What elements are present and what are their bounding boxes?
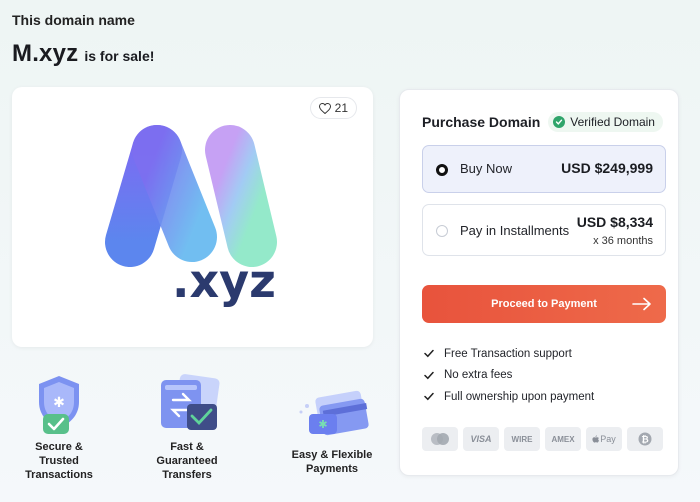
for-sale-suffix: is for sale! <box>84 48 155 64</box>
m-letter-shape <box>105 125 277 267</box>
benefit-item: Free Transaction support <box>424 343 594 365</box>
check-icon <box>424 350 434 358</box>
radio-buy-now[interactable] <box>436 164 448 176</box>
verified-check-icon <box>553 116 566 128</box>
eyebrow-text: This domain name <box>12 12 135 28</box>
purchase-panel-header: Purchase Domain Verified Domain <box>422 112 663 132</box>
m-xyz-logo: .xyz <box>105 125 277 308</box>
purchase-panel: Purchase Domain Verified Domain Buy Now … <box>399 89 679 476</box>
feature-secure-label: Secure & Trusted Transactions <box>25 441 93 481</box>
verified-label: Verified Domain <box>570 115 655 129</box>
option-installments-term: x 36 months <box>593 235 653 247</box>
logo-xyz-text: .xyz <box>172 254 276 308</box>
visa-icon: VISA <box>463 427 499 451</box>
option-buy-now-price: USD $249,999 <box>561 160 653 176</box>
feature-flexible: ✱ Easy & Flexible Payments <box>277 386 387 476</box>
check-icon <box>424 371 434 380</box>
feature-fast-label: Fast & Guaranteed Transfers <box>156 441 218 481</box>
svg-text:₿: ₿ <box>641 435 648 446</box>
purchase-panel-title: Purchase Domain <box>422 114 541 130</box>
option-buy-now-label: Buy Now <box>460 161 513 176</box>
radio-installments[interactable] <box>436 225 448 237</box>
arrow-right-icon <box>632 297 651 311</box>
shield-check-icon: ✱ <box>39 376 79 434</box>
apple-pay-icon: Pay <box>586 427 622 451</box>
check-icon <box>424 393 434 401</box>
verified-badge: Verified Domain <box>548 112 663 132</box>
option-buy-now[interactable]: Buy Now USD $249,999 <box>422 145 666 193</box>
feature-flexible-label: Easy & Flexible Payments <box>291 449 373 475</box>
proceed-to-payment-button[interactable]: Proceed to Payment <box>422 285 666 323</box>
benefits-list: Free Transaction support No extra fees F… <box>424 343 594 408</box>
option-installments[interactable]: Pay in Installments USD $8,334 x 36 mont… <box>422 204 666 256</box>
domain-logo-card: 21 .xyz <box>12 87 373 347</box>
payment-methods: VISA WIRE AMEX Pay ₿ <box>422 427 663 451</box>
fast-transfer-icon <box>161 374 220 430</box>
amex-icon: AMEX <box>545 427 581 451</box>
svg-text:✱: ✱ <box>53 395 65 411</box>
mastercard-icon <box>422 427 458 451</box>
wire-transfer-icon: WIRE <box>504 427 540 451</box>
page-title: M.xyz is for sale! <box>12 40 154 68</box>
option-installments-price: USD $8,334 <box>576 214 653 230</box>
benefit-item: Full ownership upon payment <box>424 386 594 408</box>
credit-card-icon: ✱ <box>299 390 369 436</box>
svg-text:✱: ✱ <box>318 418 327 431</box>
domain-name: M.xyz <box>12 40 79 67</box>
benefit-item: No extra fees <box>424 365 594 387</box>
feature-secure: ✱ Secure & Trusted Transactions <box>4 372 114 482</box>
proceed-to-payment-label: Proceed to Payment <box>491 298 597 310</box>
feature-highlights: ✱ Secure & Trusted Transactions Fast & G… <box>12 360 382 500</box>
option-installments-label: Pay in Installments <box>460 223 570 238</box>
bitcoin-icon: ₿ <box>627 427 663 451</box>
feature-fast: Fast & Guaranteed Transfers <box>132 374 242 482</box>
